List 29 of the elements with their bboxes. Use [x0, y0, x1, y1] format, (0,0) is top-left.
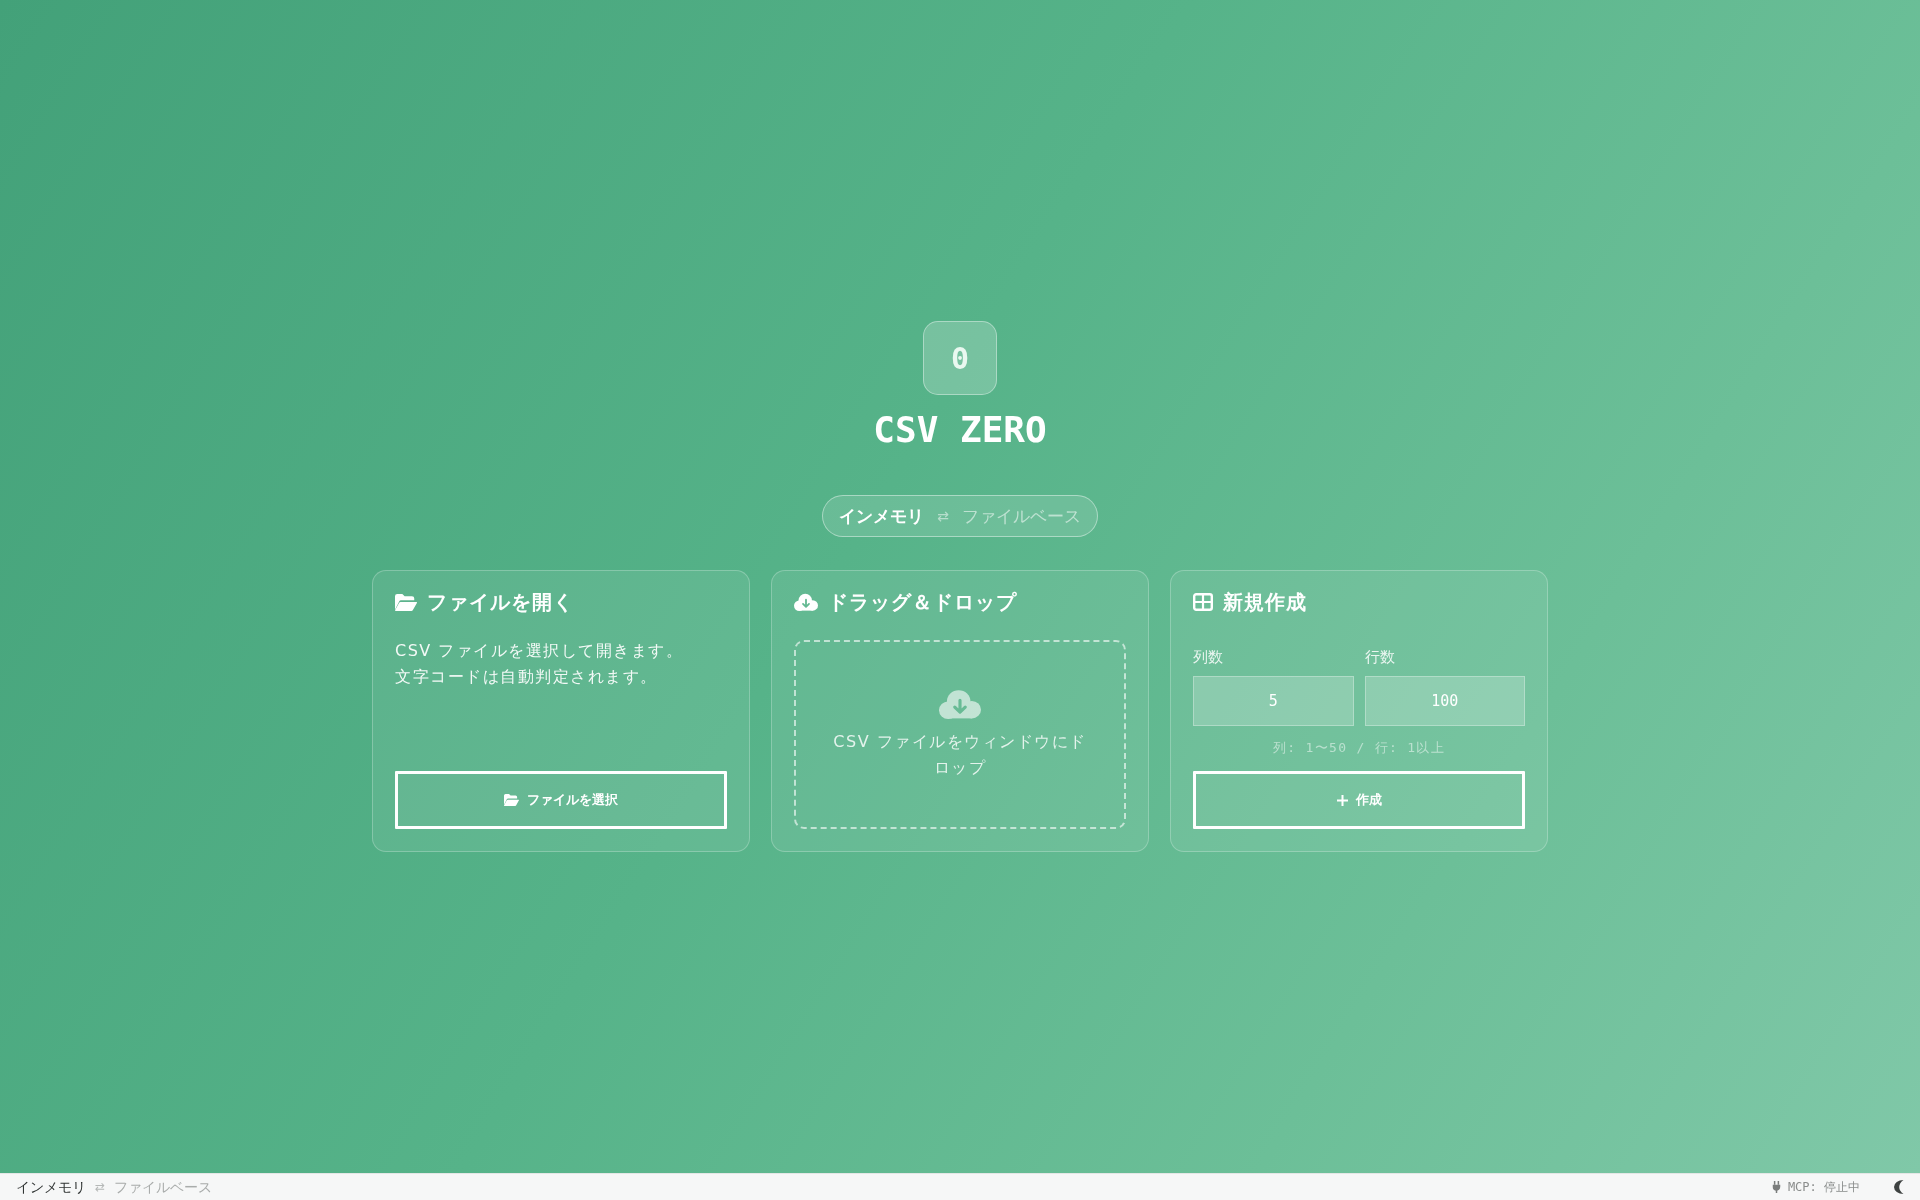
mode-option[interactable]: ファイルベース	[961, 505, 1081, 527]
field-label: 列数	[1193, 647, 1223, 667]
drop-zone[interactable]: CSV ファイルをウィンドウにドロップ	[794, 640, 1126, 829]
app-title: CSV ZERO	[873, 408, 1047, 452]
card-title: 新規作成	[1223, 590, 1307, 614]
folder-icon	[504, 794, 519, 806]
card-title: ファイルを開く	[427, 590, 574, 614]
field-label: 行数	[1364, 647, 1395, 667]
swap-icon: ⇄	[937, 507, 949, 525]
mcp-status: MCP: 停止中	[1787, 1179, 1860, 1195]
swap-icon: ⇄	[95, 1178, 106, 1196]
range-hint: 列: 1〜50 / 行: 1以上	[1273, 739, 1445, 757]
table-icon	[1193, 593, 1213, 611]
moon-icon[interactable]	[1894, 1180, 1904, 1194]
app-logo: 0	[923, 321, 997, 395]
description-text: 文字コードは自動判定されます。	[395, 666, 658, 688]
folder-icon	[395, 593, 417, 611]
cloud-download-icon	[794, 593, 818, 611]
plus-icon	[1336, 794, 1348, 806]
mode-option[interactable]: インメモリ	[16, 1178, 86, 1196]
drop-hint: CSV ファイルをウィンドウにドロップ	[832, 730, 1088, 779]
cloud-download-icon	[939, 688, 981, 719]
mode-option[interactable]: ファイルベース	[114, 1178, 213, 1196]
select-file-button[interactable]: ファイルを選択	[395, 771, 727, 829]
card-title: ドラッグ＆ドロップ	[828, 590, 1017, 614]
description-text: CSV ファイルを選択して開きます。	[395, 640, 684, 662]
plug-icon	[1771, 1181, 1781, 1193]
create-button[interactable]: 作成	[1193, 771, 1525, 829]
mode-option[interactable]: インメモリ	[839, 505, 925, 527]
